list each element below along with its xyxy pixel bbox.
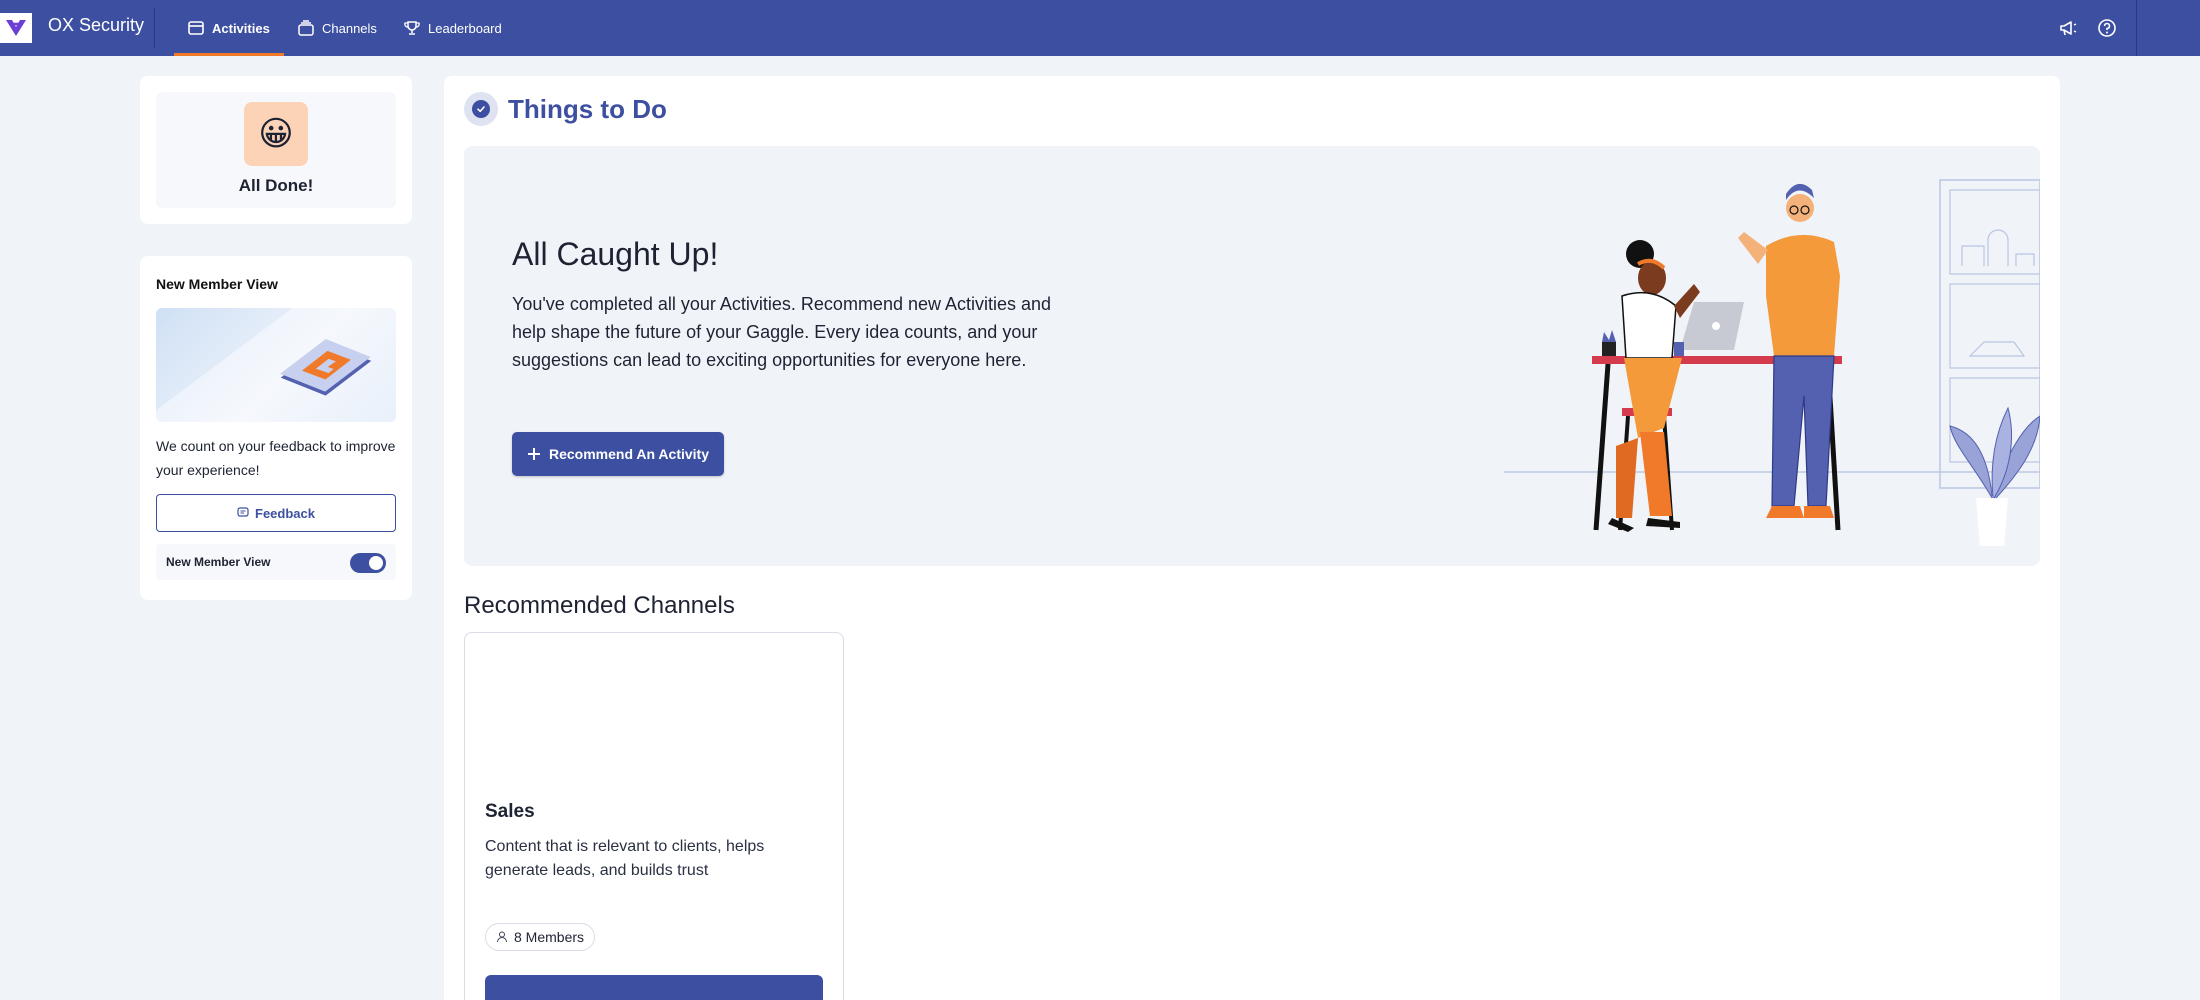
hero-text: You've completed all your Activities. Re… xyxy=(512,294,1052,370)
main-panel: Things to Do All Caught Up! You've compl… xyxy=(444,76,2060,1000)
tab-activities-label: Activities xyxy=(212,20,270,36)
new-member-toggle-label: New Member View xyxy=(166,555,271,569)
feedback-button-label: Feedback xyxy=(255,505,315,521)
trophy-icon xyxy=(404,21,420,35)
new-member-card: New Member View We count on your feedbac… xyxy=(140,256,412,600)
channel-description: Content that is relevant to clients, hel… xyxy=(485,838,765,879)
channels-icon xyxy=(298,20,314,36)
megaphone-icon[interactable] xyxy=(2058,18,2078,38)
status-label: All Done! xyxy=(238,176,314,195)
new-member-toggle-row: New Member View xyxy=(156,544,396,580)
tab-leaderboard[interactable]: Leaderboard xyxy=(404,0,502,56)
nav-divider xyxy=(154,8,155,48)
org-name[interactable]: OX Security xyxy=(48,15,144,36)
new-member-title: New Member View xyxy=(156,276,278,292)
tab-channels[interactable]: Channels xyxy=(298,0,377,56)
check-icon xyxy=(464,92,498,126)
section-title: Things to Do xyxy=(508,93,667,124)
logo-icon[interactable] xyxy=(0,13,32,43)
status-card: 😀 All Done! xyxy=(140,76,412,224)
help-icon[interactable] xyxy=(2097,18,2117,38)
recommend-activity-button[interactable]: Recommend An Activity xyxy=(512,432,724,476)
top-nav-bar: OX Security Activities Channels Leaderbo… xyxy=(0,0,2200,56)
active-tab-indicator xyxy=(174,53,284,56)
all-caught-up-banner: All Caught Up! You've completed all your… xyxy=(464,146,2040,566)
recommended-channels-title: Recommended Channels xyxy=(464,592,735,619)
toggle-knob xyxy=(369,556,383,570)
feedback-button[interactable]: Feedback xyxy=(156,494,396,532)
channel-card-sales[interactable]: Sales Content that is relevant to client… xyxy=(464,632,844,1000)
activities-icon xyxy=(188,21,204,35)
office-illustration xyxy=(1504,179,2040,546)
right-divider xyxy=(2136,0,2137,56)
members-count-badge: 8 Members xyxy=(485,923,596,951)
user-icon xyxy=(497,931,507,943)
tab-channels-label: Channels xyxy=(322,20,377,36)
smiley-icon: 😀 xyxy=(244,102,308,166)
channel-name: Sales xyxy=(485,801,535,822)
things-to-do-header: Things to Do xyxy=(464,92,667,126)
channel-action-button[interactable] xyxy=(485,975,823,1000)
feedback-icon xyxy=(237,507,249,517)
recommend-activity-label: Recommend An Activity xyxy=(549,446,709,462)
plus-icon xyxy=(528,448,540,460)
tab-activities[interactable]: Activities xyxy=(174,0,284,56)
new-member-toggle[interactable] xyxy=(350,553,386,573)
feedback-prompt: We count on your feedback to improve you… xyxy=(156,438,396,478)
tab-leaderboard-label: Leaderboard xyxy=(428,20,502,36)
hero-title: All Caught Up! xyxy=(512,236,719,272)
status-panel: 😀 All Done! xyxy=(156,92,396,208)
gaggle-banner-image xyxy=(156,308,396,422)
members-count-label: 8 Members xyxy=(514,929,585,945)
